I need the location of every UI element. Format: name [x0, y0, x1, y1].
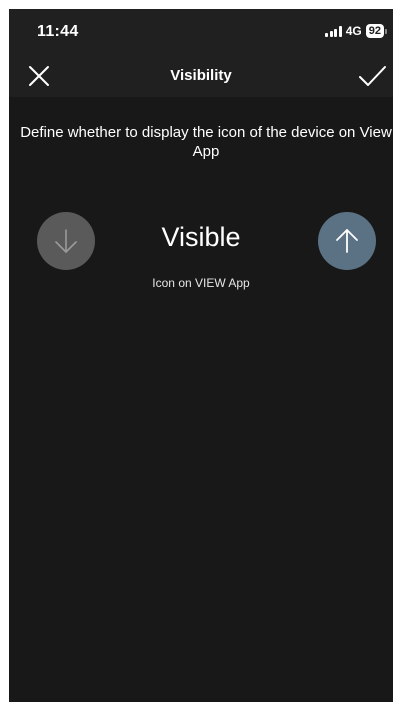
network-type: 4G — [345, 24, 362, 38]
signal-icon — [325, 25, 342, 37]
checkmark-icon[interactable] — [357, 62, 387, 90]
increase-button[interactable] — [318, 212, 376, 270]
phone-screen: 11:44 4G 92 Visibility Define whether to… — [9, 9, 393, 702]
page-title: Visibility — [170, 67, 232, 84]
status-time: 11:44 — [37, 23, 79, 40]
description-text: Define whether to display the icon of th… — [20, 124, 392, 160]
arrow-up-icon — [336, 229, 358, 253]
battery-level: 92 — [365, 24, 384, 38]
value-subtitle: Icon on VIEW App — [152, 276, 250, 290]
status-bar: 11:44 4G 92 — [9, 9, 393, 55]
nav-bar: Visibility — [9, 55, 393, 97]
battery-icon: 92 — [365, 24, 387, 38]
status-indicators: 4G 92 — [325, 24, 387, 38]
